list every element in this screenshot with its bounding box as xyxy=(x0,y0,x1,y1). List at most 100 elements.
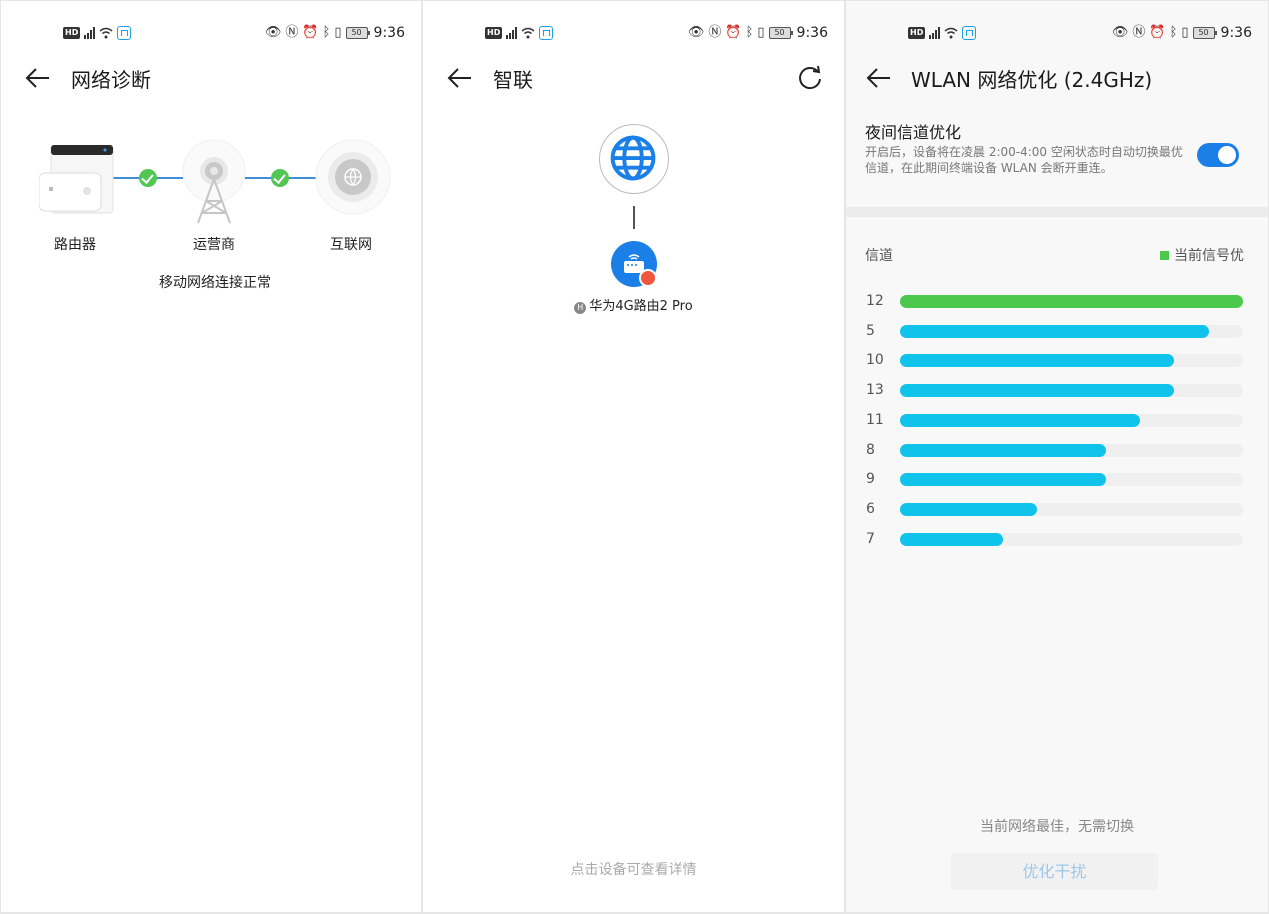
wifi-icon xyxy=(99,27,113,39)
divider xyxy=(846,207,1268,217)
nfc-icon: Ⓝ xyxy=(708,25,722,40)
night-optimization-toggle[interactable] xyxy=(1197,143,1239,167)
battery-icon: 50 xyxy=(1192,27,1217,39)
device-label[interactable]: H 华为4G路由2 Pro xyxy=(423,295,844,314)
router-app-icon xyxy=(962,26,977,40)
bluetooth-icon: ᛒ xyxy=(322,25,331,40)
node-label-router: 路由器 xyxy=(54,237,96,253)
battery-icon: 50 xyxy=(768,27,793,39)
channel-quality-bar xyxy=(900,324,1209,338)
refresh-icon[interactable] xyxy=(796,64,824,92)
check-icon xyxy=(271,169,289,187)
clock: 9:36 xyxy=(373,25,405,41)
connector-line xyxy=(633,206,635,229)
wifi-icon xyxy=(944,27,958,39)
router-device-icon xyxy=(39,145,114,214)
device-badge: H xyxy=(574,302,587,314)
channel-track xyxy=(900,384,1243,398)
clock: 9:36 xyxy=(796,25,828,41)
channel-number: 6 xyxy=(866,500,875,517)
vibrate-icon: ▯ xyxy=(334,25,342,40)
internet-node[interactable] xyxy=(599,124,669,194)
signal-icon xyxy=(929,27,941,39)
night-optimization-title: 夜间信道优化 xyxy=(865,123,962,142)
channel-row: 10 xyxy=(846,352,1268,368)
tower-icon xyxy=(182,139,246,224)
channel-number: 12 xyxy=(866,293,884,309)
nfc-icon: Ⓝ xyxy=(1132,25,1146,40)
channel-track xyxy=(900,324,1243,338)
channel-track xyxy=(900,473,1243,487)
check-icon xyxy=(139,169,157,187)
optimize-interference-button[interactable]: 优化干扰 xyxy=(951,853,1158,890)
nfc-icon: Ⓝ xyxy=(285,25,299,40)
signal-icon xyxy=(84,27,96,39)
channel-header: 信道 xyxy=(865,248,893,264)
channel-quality-bar xyxy=(900,473,1106,487)
channel-track xyxy=(900,413,1243,427)
status-bar: HD 👁 Ⓝ ⏰ ᛒ ▯ 50 9:36 xyxy=(423,23,844,43)
legend-swatch xyxy=(1160,250,1169,260)
title-bar: WLAN 网络优化 (2.4GHz) xyxy=(846,59,1268,97)
globe-icon xyxy=(610,135,656,181)
channel-quality-bar xyxy=(900,502,1038,516)
channel-track xyxy=(900,532,1243,546)
internet-globe-icon xyxy=(315,139,391,215)
node-label-carrier: 运营商 xyxy=(193,237,235,253)
bluetooth-icon: ᛒ xyxy=(745,25,754,40)
page-title: 网络诊断 xyxy=(71,68,151,92)
channel-number: 9 xyxy=(866,471,875,488)
back-arrow-icon[interactable] xyxy=(866,65,892,91)
channel-quality-bar xyxy=(900,384,1175,398)
hd-icon: HD xyxy=(485,27,503,39)
eye-icon: 👁 xyxy=(264,25,282,40)
channel-row: 13 xyxy=(846,382,1268,398)
back-arrow-icon[interactable] xyxy=(447,65,473,91)
channel-quality-bar xyxy=(900,443,1106,457)
eye-icon: 👁 xyxy=(1111,25,1129,40)
channel-track xyxy=(900,295,1243,308)
channel-row: 8 xyxy=(846,442,1268,458)
channel-number: 7 xyxy=(866,530,875,547)
bluetooth-icon: ᛒ xyxy=(1169,25,1178,40)
channel-row: 5 xyxy=(846,323,1268,339)
channel-track xyxy=(900,502,1243,516)
huawei-badge-icon xyxy=(639,269,657,287)
channel-track xyxy=(900,443,1243,457)
channel-row: 9 xyxy=(846,471,1268,487)
vibrate-icon: ▯ xyxy=(1181,25,1189,40)
channel-track xyxy=(900,354,1243,368)
legend: 当前信号优 xyxy=(1160,245,1244,265)
network-diagnosis-screen: HD 👁 Ⓝ ⏰ ᛒ ▯ 50 9:36 网络诊断 路由器 运营商 互联网 移动… xyxy=(1,1,421,912)
vibrate-icon: ▯ xyxy=(757,25,765,40)
device-name: 华为4G路由2 Pro xyxy=(589,299,693,314)
router-app-icon xyxy=(539,26,554,40)
channel-number: 10 xyxy=(866,352,884,369)
alarm-icon: ⏰ xyxy=(1149,25,1166,40)
back-arrow-icon[interactable] xyxy=(25,65,51,91)
channel-number: 5 xyxy=(866,322,875,339)
channel-quality-bar xyxy=(900,295,1243,308)
hint-text: 点击设备可查看详情 xyxy=(570,862,697,878)
router-app-icon xyxy=(117,26,132,40)
channel-number: 11 xyxy=(866,411,884,428)
hd-icon: HD xyxy=(63,27,81,39)
battery-icon: 50 xyxy=(345,27,370,39)
alarm-icon: ⏰ xyxy=(725,25,742,40)
channel-row: 11 xyxy=(846,412,1268,428)
alarm-icon: ⏰ xyxy=(302,25,319,40)
connection-status: 移动网络连接正常 xyxy=(159,275,271,291)
channel-number: 8 xyxy=(866,441,875,458)
wifi-icon xyxy=(521,27,535,39)
channel-row: 7 xyxy=(846,531,1268,547)
channel-quality-bar xyxy=(900,532,1003,546)
status-bar: HD 👁 Ⓝ ⏰ ᛒ ▯ 50 9:36 xyxy=(1,23,421,43)
smart-link-screen: HD 👁 Ⓝ ⏰ ᛒ ▯ 50 9:36 智联 H 华为4G路由2 Pro 点击… xyxy=(423,1,844,912)
channel-quality-bar xyxy=(900,413,1141,427)
title-bar: 智联 xyxy=(423,59,844,97)
network-best-text: 当前网络最佳，无需切换 xyxy=(980,819,1134,835)
page-title: WLAN 网络优化 (2.4GHz) xyxy=(911,68,1153,92)
legend-label: 当前信号优 xyxy=(1174,248,1244,264)
channel-row: 6 xyxy=(846,501,1268,517)
status-bar: HD 👁 Ⓝ ⏰ ᛒ ▯ 50 9:36 xyxy=(846,23,1268,43)
